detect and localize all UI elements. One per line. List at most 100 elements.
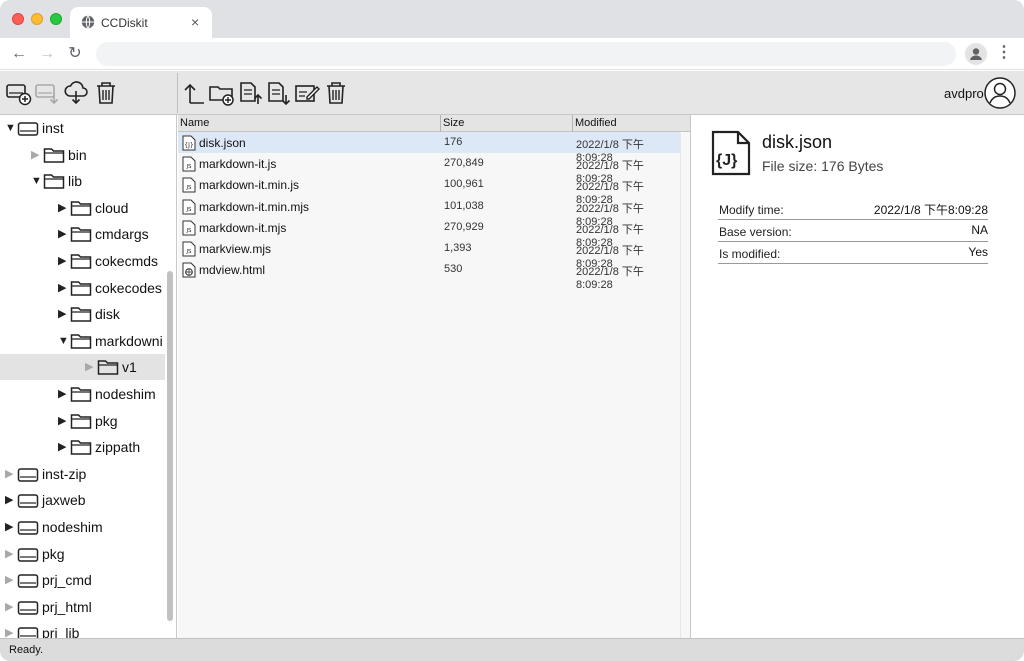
column-divider[interactable] [572,115,573,132]
tree-item-disk[interactable]: ▼ inst [0,115,165,141]
expand-arrow-icon[interactable]: ▶ [5,600,15,614]
tree-item-disk[interactable]: ▶ pkg [0,541,165,567]
up-level-icon[interactable] [181,77,209,107]
tree-item-label: pkg [42,545,65,562]
forward-button[interactable]: → [37,44,57,64]
column-header-name[interactable]: Name [180,117,209,129]
js-file-icon: JS [182,177,196,193]
tree-scrollbar[interactable] [167,271,173,621]
user-name[interactable]: avdpro [944,86,984,101]
tree-item-disk[interactable]: ▶ nodeshim [0,514,165,540]
expand-arrow-icon[interactable]: ▶ [58,307,68,321]
browser-menu-button[interactable]: ⋮ [996,44,1012,64]
expand-arrow-icon[interactable]: ▶ [5,573,15,587]
tree-item-folder[interactable]: ▶ cloud [0,195,165,221]
property-key: Is modified: [719,247,781,261]
collapse-arrow-icon[interactable]: ▼ [31,174,42,188]
tree-item-label: cokecmds [95,253,159,269]
tree-item-folder[interactable]: ▶ cokecodes [0,275,165,301]
expand-arrow-icon[interactable]: ▶ [5,547,15,561]
file-modified: 2022/1/8 下午8:09:28 [576,266,644,292]
tree-item-folder[interactable]: ▶ pkg [0,408,165,434]
minimize-window-button[interactable] [31,13,43,25]
file-row[interactable]: JS markdown-it.js 270,849 2022/1/8 下午8:09:2… [178,153,680,185]
expand-arrow-icon[interactable]: ▶ [58,254,68,268]
reload-button[interactable]: ↻ [65,44,85,64]
tree-item-folder[interactable]: ▶ cmdargs [0,221,165,247]
disk-icon [17,601,39,615]
file-row[interactable]: JS markdown-it.min.mjs 101,038 2022/1/8 下午8… [178,196,680,228]
expand-arrow-icon[interactable]: ▶ [58,440,68,454]
upload-file-icon[interactable] [237,77,265,107]
tree-item-folder[interactable]: ▶ bin [0,142,165,168]
file-row[interactable]: JS markdown-it.mjs 270,929 2022/1/8 下午8:09:… [178,217,680,249]
collapse-arrow-icon[interactable]: ▼ [58,334,69,348]
tree-item-folder[interactable]: ▼ lib [0,168,165,194]
expand-arrow-icon[interactable]: ▶ [58,227,68,241]
cloud-download-icon[interactable] [63,77,91,107]
new-disk-icon[interactable] [5,77,33,107]
expand-arrow-icon[interactable]: ▶ [5,467,15,481]
tree-item-label: pkg [95,412,118,429]
file-size: 270,929 [444,220,484,233]
profile-button[interactable] [965,43,987,65]
expand-arrow-icon[interactable]: ▶ [31,148,41,162]
trash-icon[interactable] [92,77,120,107]
file-list: Name Size Modified {J} disk.json 176 2022/1… [178,115,691,638]
expand-arrow-icon[interactable]: ▶ [58,414,68,428]
expand-arrow-icon[interactable]: ▶ [5,520,15,534]
expand-arrow-icon[interactable]: ▶ [58,281,68,295]
folder-icon [43,174,65,189]
status-text: Ready. [9,644,44,656]
html-file-icon [182,262,196,278]
tab-close-icon[interactable]: × [191,13,199,31]
expand-arrow-icon[interactable]: ▶ [5,626,15,638]
column-header-modified[interactable]: Modified [575,117,617,129]
tree-item-folder[interactable]: ▶ cokecmds [0,248,165,274]
file-size: 101,038 [444,199,484,212]
tree-item-folder[interactable]: ▶ nodeshim [0,381,165,407]
new-folder-icon[interactable] [208,77,236,107]
expand-arrow-icon[interactable]: ▶ [85,360,95,374]
download-file-icon[interactable] [265,77,293,107]
close-window-button[interactable] [12,13,24,25]
file-row[interactable]: JS markview.mjs 1,393 2022/1/8 下午8:09:28 [178,238,680,270]
tree-item-disk[interactable]: ▶ prj_lib [0,620,165,638]
file-size: 530 [444,263,463,276]
file-row[interactable]: mdview.html 530 2022/1/8 下午8:09:28 [178,259,680,291]
tree-item-label: cokecodes [95,279,162,296]
tree-item-folder[interactable]: ▶ zippath [0,434,165,460]
expand-arrow-icon[interactable]: ▶ [58,201,68,215]
column-header-size[interactable]: Size [443,117,464,129]
tree-item-folder[interactable]: ▶ v1 [0,354,165,381]
expand-arrow-icon[interactable]: ▶ [5,493,15,507]
tree-item-folder[interactable]: ▶ disk [0,301,165,327]
address-bar[interactable] [96,42,956,66]
back-button[interactable]: ← [9,44,29,64]
file-row[interactable]: JS markdown-it.min.js 100,961 2022/1/8 下午8:… [178,174,680,206]
tree-item-label: zippath [95,439,141,456]
status-bar: Ready. [0,638,1024,661]
expand-arrow-icon[interactable]: ▶ [58,387,68,401]
json-file-icon: {J} [182,135,196,151]
tree-item-disk[interactable]: ▶ prj_html [0,594,165,620]
browser-tab[interactable]: CCDiskit × [70,7,212,38]
collapse-arrow-icon[interactable]: ▼ [5,121,16,135]
tree-item-disk[interactable]: ▶ prj_cmd [0,567,165,593]
column-divider[interactable] [440,115,441,132]
zoom-window-button[interactable] [50,13,62,25]
delete-icon[interactable] [322,77,350,107]
tree-item-disk[interactable]: ▶ jaxweb [0,487,165,513]
disk-download-icon[interactable] [34,77,62,107]
tree-item-folder[interactable]: ▼ markdowni [0,328,165,354]
user-avatar-icon[interactable] [984,77,1016,109]
disk-tree: ▼ inst ▶ bin ▼ lib ▶ cloud ▶ cmdargs ▶ cokecmds ▶ cok… [0,115,177,638]
tree-item-disk[interactable]: ▶ inst-zip [0,461,165,487]
file-list-scrollbar[interactable] [680,133,690,638]
edit-file-icon[interactable] [293,77,321,107]
tree-item-label: prj_cmd [42,572,92,589]
folder-icon [70,387,92,402]
tree-item-label: markdowni [95,332,163,349]
file-row[interactable]: {J} disk.json 176 2022/1/8 下午8:09:28 [178,132,680,164]
svg-text:JS: JS [185,249,192,255]
